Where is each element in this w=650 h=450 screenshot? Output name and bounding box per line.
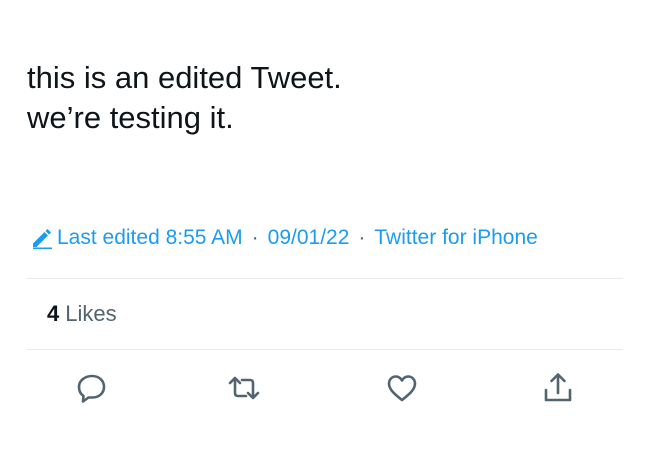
tweet-text-line-2: we’re testing it. [27,100,234,135]
tweet-date: 09/01/22 [267,226,350,249]
share-icon [541,371,575,410]
share-button[interactable] [536,368,580,412]
like-button[interactable] [380,368,424,412]
tweet-text-line-1: this is an edited Tweet. [27,60,342,95]
reply-button[interactable] [70,368,114,412]
divider [27,278,623,279]
meta-separator: · [251,226,259,249]
divider [27,349,623,350]
tweet-actions-bar [0,368,650,412]
tweet-source-link[interactable]: Twitter for iPhone [374,226,537,250]
retweet-button[interactable] [222,368,266,412]
likes-count: 4 [47,301,60,326]
like-icon [385,371,419,410]
likes-label: Likes [65,301,117,326]
pencil-icon [30,226,54,250]
likes-stat[interactable]: 4 Likes [47,300,117,328]
meta-separator: · [358,226,366,249]
tweet-metadata: Last edited 8:55 AM · 09/01/22 · Twitter… [30,224,538,252]
edit-history-link[interactable]: Last edited 8:55 AM [57,226,243,250]
retweet-icon [227,371,261,410]
tweet-text: this is an edited Tweet. we’re testing i… [27,58,617,138]
reply-icon [75,371,109,410]
